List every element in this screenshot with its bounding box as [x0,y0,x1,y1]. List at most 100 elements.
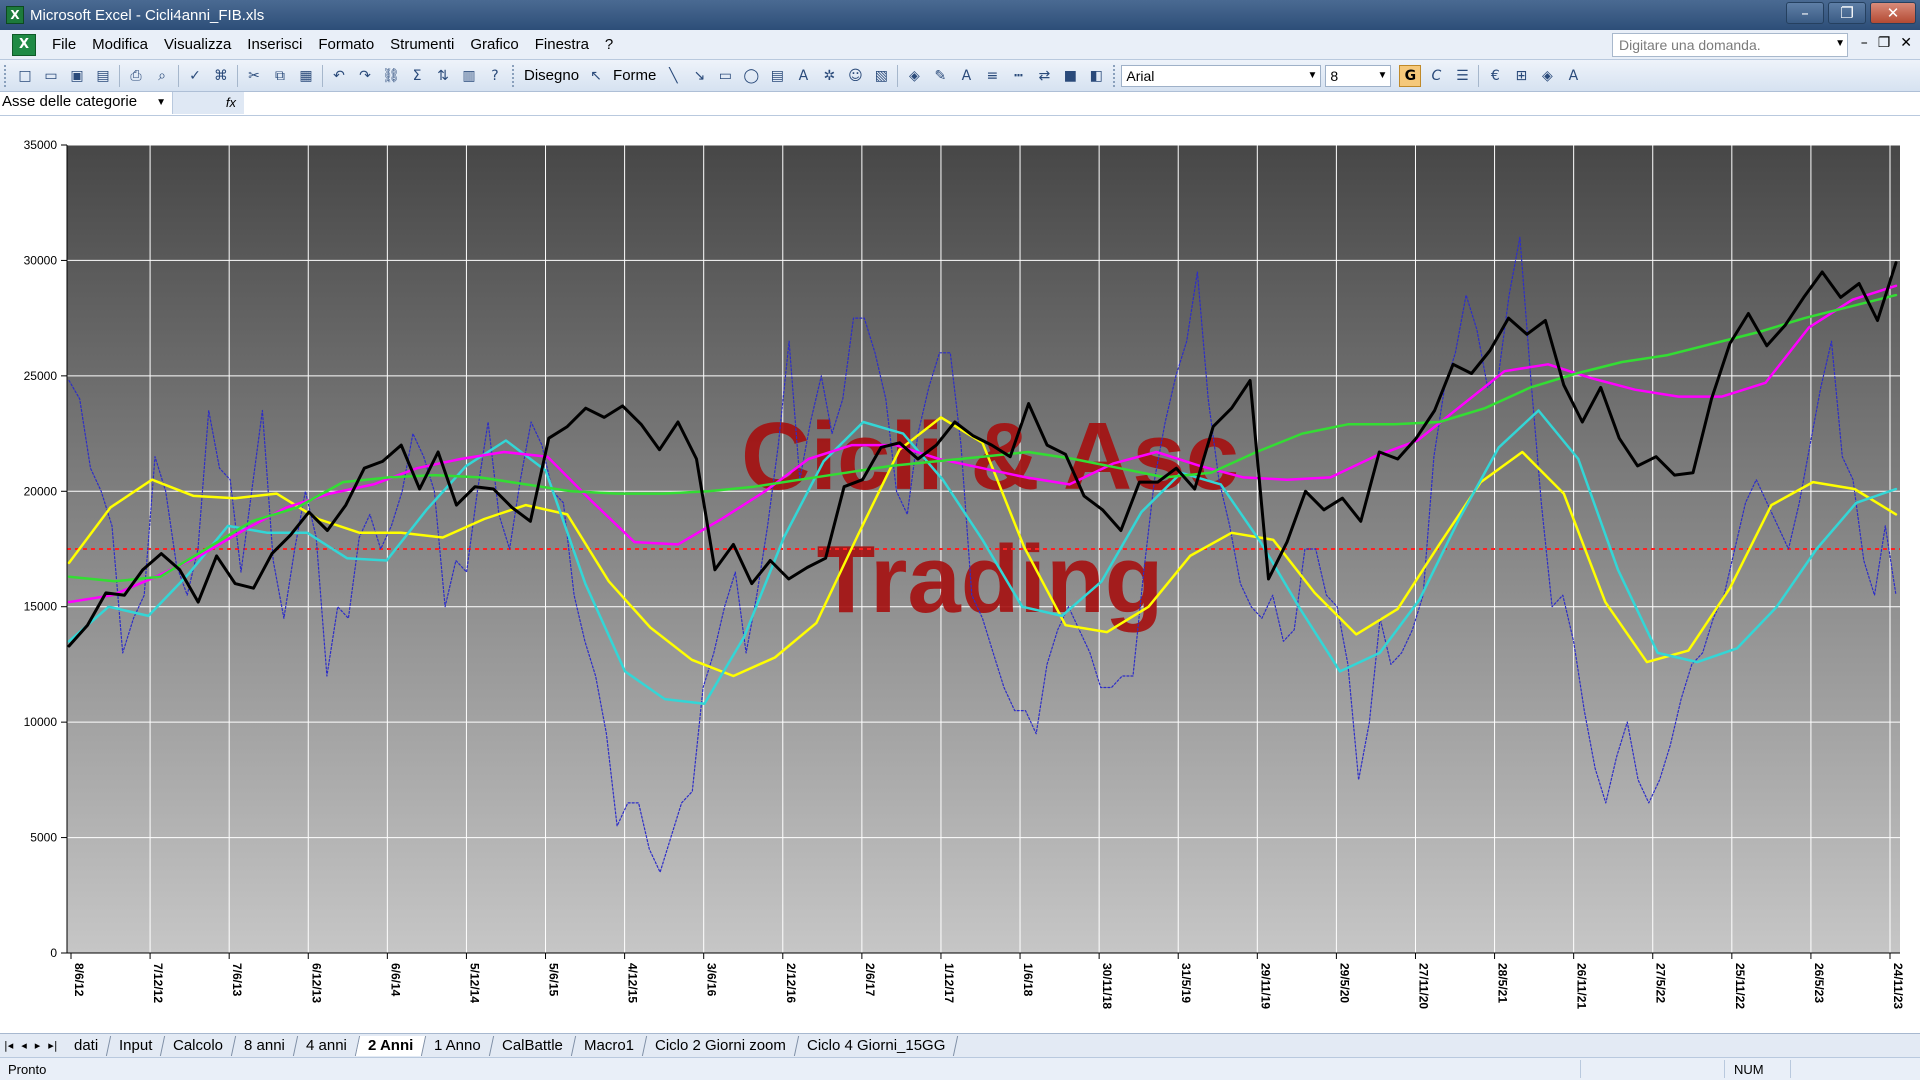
name-box[interactable]: Asse delle categorie ▼ [0,92,170,114]
workbook-icon[interactable]: X [12,33,36,56]
fill-color-icon[interactable]: ◈ [1536,65,1558,87]
redo-icon[interactable]: ↷ [354,65,376,87]
font-name-select[interactable]: Arial ▼ [1121,64,1322,87]
line-tool-icon[interactable]: ╲ [662,65,684,87]
menu-modifica[interactable]: Modifica [84,36,156,53]
excel-app-icon: X [6,6,24,24]
sheet-tab-dati[interactable]: dati [61,1035,111,1056]
font-color-icon[interactable]: A [955,65,977,87]
3d-icon[interactable]: ◧ [1085,65,1107,87]
sheet-tab-ciclo-2-giorni-zoom[interactable]: Ciclo 2 Giorni zoom [642,1035,799,1056]
cut-icon[interactable]: ✂ [243,65,265,87]
line-style-icon[interactable]: ≡ [981,65,1003,87]
font-color-icon[interactable]: A [1562,65,1584,87]
first-sheet-icon[interactable]: |◂ [4,1039,13,1052]
fill-color-icon[interactable]: ◈ [903,65,925,87]
menu-grafico[interactable]: Grafico [462,36,526,53]
dash-style-icon[interactable]: ┅ [1007,65,1029,87]
workbook-close-icon[interactable]: ✕ [1900,35,1912,51]
select-pointer-icon[interactable]: ↖ [585,65,607,87]
workbook-restore-icon[interactable]: ❐ [1878,35,1891,51]
line-chart[interactable]: Cicli & AscTrading 050001000015000200002… [0,117,1920,1033]
font-size-select[interactable]: 8 ▼ [1325,64,1392,87]
workbook-minimize-icon[interactable]: – [1861,35,1868,51]
line-color-icon[interactable]: ✎ [929,65,951,87]
sheet-tab-input[interactable]: Input [106,1035,166,1056]
sheet-tab-label: 4 anni [306,1036,347,1054]
toolbar-grip[interactable] [4,64,8,87]
shapes-menu-button[interactable]: Forme [609,67,660,84]
sheet-tab-4-anni[interactable]: 4 anni [293,1035,361,1056]
print-icon[interactable]: ⎙ [125,65,147,87]
sheet-tab-label: Macro1 [583,1036,634,1054]
bold-button[interactable]: G [1399,64,1422,87]
chart-wizard-icon[interactable]: ▥ [458,65,480,87]
textbox-tool-icon[interactable]: ▤ [766,65,788,87]
sheet-tab-calcolo[interactable]: Calcolo [160,1035,237,1056]
minimize-button[interactable]: – [1786,2,1824,24]
open-folder-icon[interactable]: ▭ [40,65,62,87]
menu-inserisci[interactable]: Inserisci [239,36,310,53]
prev-sheet-icon[interactable]: ◂ [21,1039,27,1052]
x-tick-label: 5/6/15 [547,963,561,997]
ask-question-placeholder: Digitare una domanda. [1619,37,1761,53]
x-tick-label: 1/12/17 [942,963,956,1003]
clipart-icon[interactable]: ☺ [844,65,866,87]
shadow-icon[interactable]: ■ [1059,65,1081,87]
close-button[interactable]: ✕ [1870,2,1916,24]
sheet-tab-calbattle[interactable]: CalBattle [489,1035,576,1056]
menu-help[interactable]: ? [597,36,621,53]
hyperlink-icon[interactable]: ⛓ [380,65,402,87]
new-file-icon[interactable]: □ [14,65,36,87]
sheet-tab-8-anni[interactable]: 8 anni [231,1035,299,1056]
chevron-down-icon[interactable]: ▼ [156,97,166,108]
sheet-tab-1-anno[interactable]: 1 Anno [422,1035,495,1056]
borders-icon[interactable]: ⊞ [1510,65,1532,87]
chart-area[interactable]: Cicli & Asc Trading 0 5000 10000 15000 20000 2… [0,117,1920,1033]
oval-tool-icon[interactable]: ◯ [740,65,762,87]
permission-icon[interactable]: ▤ [92,65,114,87]
insert-function-icon[interactable]: fx [172,92,244,114]
menu-finestra[interactable]: Finestra [527,36,597,53]
sheet-tab-2-anni[interactable]: 2 Anni [355,1035,427,1056]
copy-icon[interactable]: ⧉ [269,65,291,87]
euro-icon[interactable]: € [1484,65,1506,87]
chevron-down-icon[interactable]: ▼ [1835,38,1845,49]
research-icon[interactable]: ⌘ [210,65,232,87]
maximize-button[interactable]: ❐ [1828,2,1866,24]
autosum-icon[interactable]: Σ [406,65,428,87]
italic-button[interactable]: C [1425,65,1447,87]
sheet-tab-ciclo-4-giorni[interactable]: Ciclo 4 Giorni_15GG [794,1035,959,1056]
spelling-icon[interactable]: ✓ [184,65,206,87]
help-icon[interactable]: ? [484,65,506,87]
last-sheet-icon[interactable]: ▸| [48,1039,57,1052]
sheet-tab-label: 1 Anno [434,1036,481,1054]
toolbar-grip[interactable] [512,64,516,87]
sheet-tab-macro1[interactable]: Macro1 [571,1035,647,1056]
diagram-icon[interactable]: ✲ [818,65,840,87]
x-tick-label: 24/11/23 [1891,963,1905,1009]
undo-icon[interactable]: ↶ [328,65,350,87]
rectangle-tool-icon[interactable]: ▭ [714,65,736,87]
status-cell [1580,1060,1581,1078]
ask-question-input[interactable]: Digitare una domanda. ▼ [1612,33,1848,57]
menu-visualizza[interactable]: Visualizza [156,36,239,53]
menu-strumenti[interactable]: Strumenti [382,36,462,53]
arrow-style-icon[interactable]: ⇄ [1033,65,1055,87]
print-preview-icon[interactable]: ⌕ [151,65,173,87]
save-icon[interactable]: ▣ [66,65,88,87]
sort-icon[interactable]: ⇅ [432,65,454,87]
menu-file[interactable]: File [44,36,84,53]
wordart-icon[interactable]: A [792,65,814,87]
toolbar-grip[interactable] [1113,64,1117,87]
paste-icon[interactable]: ▦ [295,65,317,87]
draw-menu-button[interactable]: Disegno [520,67,583,84]
x-tick-label: 7/12/12 [151,963,165,1003]
menu-formato[interactable]: Formato [310,36,382,53]
arrow-tool-icon[interactable]: ↘ [688,65,710,87]
chevron-down-icon[interactable]: ▼ [1377,70,1387,81]
picture-icon[interactable]: ▧ [870,65,892,87]
align-center-icon[interactable]: ☰ [1451,65,1473,87]
next-sheet-icon[interactable]: ▸ [35,1039,41,1052]
chevron-down-icon[interactable]: ▼ [1307,70,1317,81]
